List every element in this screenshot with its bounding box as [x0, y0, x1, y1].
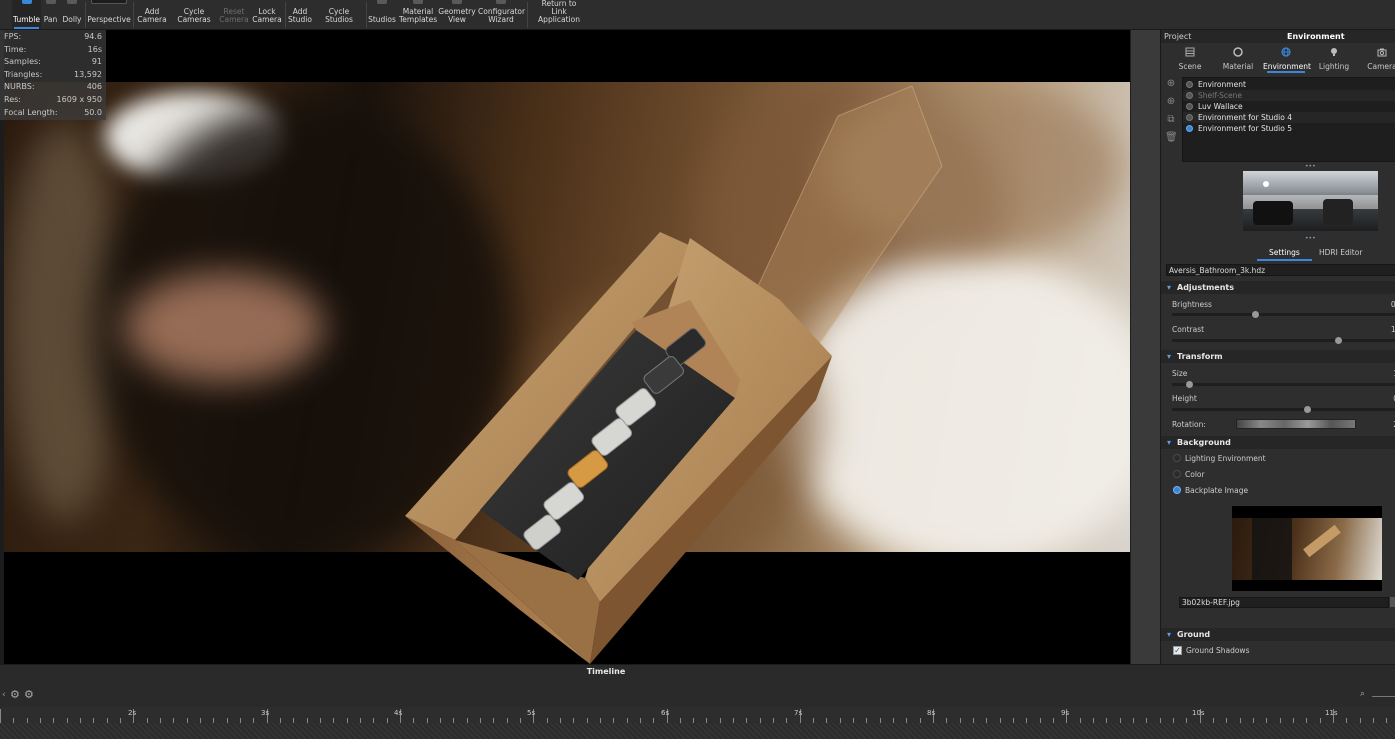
stat-focal-length: Focal Length: 50.0 [4, 108, 102, 117]
radio-color[interactable] [1173, 470, 1181, 478]
color-label: Color [1185, 470, 1205, 479]
timeline-ruler[interactable]: 2s 3s 4s 5s 6s 7s 8s 9s 10s 11s [0, 707, 1395, 723]
stat-triangles: Triangles: 13,592 [4, 70, 102, 79]
tab-settings[interactable]: Settings [1257, 248, 1312, 261]
environment-actions: ⊕ ⊕ ⧉ 🗑 [1165, 78, 1181, 150]
size-slider[interactable] [1172, 381, 1395, 388]
list-item[interactable]: Shelf-Scene [1183, 90, 1395, 101]
slider-handle[interactable] [1304, 406, 1311, 413]
panel-header: Project Environment [1161, 30, 1395, 43]
transform-section-header[interactable]: Transform [1161, 350, 1395, 363]
tick-label: 3s [261, 709, 270, 717]
backplate-file-field[interactable]: 3b02kb-REF.jpg [1179, 597, 1389, 608]
tab-scene[interactable]: Scene [1167, 45, 1213, 73]
timeline-step-icon[interactable]: ‹ [2, 690, 6, 700]
timeline-title: Timeline [586, 667, 626, 676]
size-label: Size [1172, 369, 1188, 378]
zoom-icon[interactable]: ⌕ [1360, 689, 1365, 699]
ruler-ticks [0, 709, 1387, 723]
scene-icon [1185, 47, 1195, 57]
material-icon [1233, 47, 1243, 57]
brightness-label: Brightness [1172, 300, 1212, 309]
stat-nurbs: NURBS: 406 [4, 82, 102, 91]
tick-label: 5s [527, 709, 536, 717]
rotation-label: Rotation: [1172, 420, 1206, 429]
tab-material[interactable]: Material [1215, 45, 1261, 73]
light-bulb-icon [1331, 48, 1337, 56]
tab-lighting[interactable]: Lighting [1311, 45, 1357, 73]
list-item[interactable]: Luv Wallace [1183, 101, 1395, 112]
list-item[interactable]: Environment [1183, 79, 1395, 90]
render-stats-overlay: FPS: 94.6 Time: 16s Samples: 91 Triangles: 1… [0, 30, 106, 120]
duplicate-environment-icon[interactable]: ⊕ [1165, 78, 1177, 90]
brightness-slider[interactable] [1172, 311, 1395, 318]
backplate-image-label: Backplate Image [1185, 486, 1249, 495]
globe-icon [1281, 47, 1291, 57]
product-model-box[interactable] [0, 0, 1130, 664]
environment-list: Environment Shelf-Scene Luv Wallace Envi… [1182, 77, 1395, 162]
hdri-file-field[interactable]: Aversis_Bathroom_3k.hdz [1166, 264, 1395, 276]
resize-grip[interactable]: ••• [1305, 163, 1316, 170]
slider-handle[interactable] [1252, 311, 1259, 318]
tick-label: 2s [128, 709, 137, 717]
ground-section-header[interactable]: Ground [1161, 628, 1395, 641]
timeline-panel: Timeline ‹ ⚙ ⚙ ⌕ 2s 3s 4s 5s 6s 7s 8s 9s… [0, 664, 1395, 739]
adjustments-section-header[interactable]: Adjustments [1161, 281, 1395, 294]
height-slider[interactable] [1172, 406, 1395, 413]
radio-lighting-environment[interactable] [1173, 454, 1181, 462]
tab-environment[interactable]: Environment [1263, 45, 1311, 73]
tick-label: 9s [1061, 709, 1070, 717]
slider-handle[interactable] [1335, 337, 1342, 344]
hdri-preview-thumbnail[interactable] [1243, 171, 1378, 231]
gear-icon[interactable]: ⚙ [10, 688, 20, 701]
timeline-controls: ‹ ⚙ ⚙ ⌕ [0, 687, 1395, 707]
timeline-track[interactable] [0, 723, 1395, 739]
list-item[interactable]: Environment for Studio 5 [1183, 123, 1395, 134]
ground-shadows-label: Ground Shadows [1186, 646, 1250, 655]
contrast-slider[interactable] [1172, 337, 1395, 344]
height-label: Height [1172, 394, 1197, 403]
tab-camera[interactable]: Camera [1359, 45, 1395, 73]
backplate-thumbnail[interactable] [1232, 506, 1382, 591]
trash-icon[interactable]: 🗑 [1165, 132, 1178, 144]
rotation-dial-strip[interactable] [1236, 419, 1356, 429]
ground-shadows-checkbox[interactable]: ✓ [1173, 646, 1182, 655]
list-item[interactable]: Environment for Studio 4 [1183, 112, 1395, 123]
contrast-label: Contrast [1172, 325, 1205, 334]
tick-label: 10s [1192, 709, 1205, 717]
camera-icon [1377, 48, 1387, 57]
tick-label: 6s [661, 709, 670, 717]
resize-grip[interactable]: ••• [1305, 235, 1316, 242]
timeline-zoom-slider[interactable] [1372, 696, 1395, 697]
environment-title: Environment [1287, 32, 1345, 41]
project-tab[interactable]: Project [1164, 32, 1191, 41]
environment-panel: Project Environment Scene Material Envir… [1160, 30, 1395, 664]
brightness-value[interactable]: 0. [1391, 300, 1395, 309]
contrast-value[interactable]: 1. [1391, 325, 1395, 334]
app-window: Tumble Pan Dolly Perspective Add Camera … [0, 0, 1395, 739]
tick-label: 8s [927, 709, 936, 717]
tab-hdri-editor[interactable]: HDRI Editor [1319, 248, 1362, 257]
lighting-environment-label: Lighting Environment [1185, 454, 1266, 463]
tick-label: 11s [1325, 709, 1338, 717]
copy-environment-icon[interactable]: ⧉ [1165, 114, 1177, 126]
tick-label: 7s [794, 709, 803, 717]
viewport-scrollbar[interactable] [1130, 30, 1160, 664]
stat-samples: Samples: 91 [4, 57, 102, 66]
record-settings-icon[interactable]: ⚙ [24, 688, 34, 701]
add-environment-icon[interactable]: ⊕ [1165, 96, 1177, 108]
stat-resolution: Res: 1609 x 950 [4, 95, 102, 104]
slider-handle[interactable] [1186, 381, 1193, 388]
tick-label: 4s [394, 709, 403, 717]
browse-folder-icon[interactable] [1390, 597, 1395, 607]
stat-fps: FPS: 94.6 [4, 32, 102, 41]
radio-backplate-image[interactable] [1173, 486, 1181, 494]
stat-time: Time: 16s [4, 45, 102, 54]
background-section-header[interactable]: Background [1161, 436, 1395, 449]
